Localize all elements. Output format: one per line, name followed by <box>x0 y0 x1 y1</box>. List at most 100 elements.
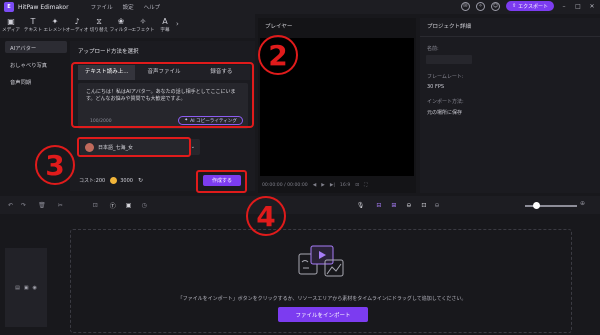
menu-help[interactable]: ヘルプ <box>144 3 161 11</box>
project-name-field[interactable] <box>426 55 472 64</box>
fps-label: フレームレート: <box>427 74 464 80</box>
snap-icon[interactable]: ⊟ <box>376 202 381 209</box>
media-toolbar: ▣ メディア T テキスト ✦ エレメント ♪ オーディオ ⧖ 切り替え ❀ フィルター ✧… <box>0 14 255 38</box>
menu-settings[interactable]: 設定 <box>123 3 134 11</box>
crop-icon[interactable]: ⊡ <box>93 202 98 209</box>
tool-label: エフェクト <box>131 28 155 33</box>
tool-text[interactable]: T テキスト <box>22 14 44 38</box>
lock-icon[interactable]: ▣ <box>24 285 29 291</box>
sidebar-item-talking-photo[interactable]: おしゃべり写真 <box>5 58 67 70</box>
next-frame-icon[interactable]: ▶| <box>330 183 335 188</box>
preview-icon[interactable]: ⊖ <box>406 202 411 209</box>
tool-effect[interactable]: ✧ エフェクト <box>131 14 155 38</box>
media-icon: ▣ <box>7 17 15 26</box>
annotation-number: 4 <box>246 196 286 236</box>
drop-zone[interactable]: 「ファイルをインポート」ボタンをクリックするか、リソースエリアから素材をタイムラ… <box>70 229 572 333</box>
account-icon[interactable]: ☺ <box>490 1 500 11</box>
import-method-value: 元の場所に保存 <box>427 110 463 116</box>
panel-title: アップロード方法を選択 <box>78 49 139 55</box>
player-title: プレイヤー <box>265 24 293 30</box>
app-logo: E <box>4 2 14 12</box>
tool-label: 切り替え <box>89 28 109 33</box>
media-import-icon <box>298 245 344 277</box>
effect-icon: ✧ <box>139 17 147 26</box>
fps-value: 30 FPS <box>427 84 445 90</box>
prev-frame-icon[interactable]: ◀ <box>313 183 317 188</box>
project-title: プロジェクト詳細 <box>427 24 472 30</box>
tool-label: エレメント <box>43 28 67 33</box>
aspect-ratio[interactable]: 16:9 <box>340 183 350 188</box>
redo-icon[interactable]: ↷ <box>21 202 26 209</box>
export-label: エクスポート <box>518 3 548 10</box>
app-title: HitPaw Edimakor <box>18 3 69 11</box>
coin-balance: 3000 <box>120 177 133 184</box>
close-icon[interactable]: ✕ <box>588 3 596 10</box>
sidebar-item-lip-sync[interactable]: 音声同期 <box>5 75 67 87</box>
tool-label: オーディオ <box>65 28 89 33</box>
split-icon[interactable]: ✂ <box>58 202 63 209</box>
chevron-right-icon[interactable]: › <box>176 14 184 38</box>
zoom-in-icon[interactable]: ⊕ <box>580 200 585 207</box>
import-files-button[interactable]: ファイルをインポート <box>278 307 368 322</box>
refresh-icon[interactable]: ↻ <box>138 177 143 184</box>
project-details-panel: プロジェクト詳細 名前: フレームレート: 30 FPS インポート方法: 元の… <box>420 18 600 193</box>
tool-label: テキスト <box>23 28 43 33</box>
minimize-icon[interactable]: – <box>560 3 568 10</box>
subtitle-icon: A <box>162 17 168 26</box>
tool-label: フィルター <box>109 28 133 33</box>
player-controls: 00:00:00 / 00:00:00 ◀ ▶ ▶| 16:9 ⊡ ⛶ <box>258 178 416 192</box>
tool-filter[interactable]: ❀ フィルター <box>109 14 133 38</box>
tool-label: 字幕 <box>160 28 170 33</box>
export-icon: ⇪ <box>511 3 517 9</box>
crop-icon[interactable]: ⊡ <box>355 183 359 188</box>
gift-icon[interactable]: ✧ <box>475 1 485 11</box>
ai-sidebar: AIアバター おしゃべり写真 音声同期 <box>5 41 67 92</box>
export-button[interactable]: ⇪ エクスポート <box>505 1 554 11</box>
tool-element[interactable]: ✦ エレメント <box>43 14 67 38</box>
text-tool-icon[interactable]: Ⓣ <box>110 201 116 210</box>
visibility-icon[interactable]: ◉ <box>33 285 37 291</box>
subtitle-tool-icon[interactable]: ▣ <box>126 202 132 209</box>
tool-subtitle[interactable]: A 字幕 <box>154 14 176 38</box>
divider <box>420 36 600 37</box>
cost-label: コスト:200 <box>79 178 106 184</box>
undo-icon[interactable]: ↶ <box>8 202 13 209</box>
chevron-down-icon: ⌄ <box>190 144 195 150</box>
name-label: 名前: <box>427 46 439 52</box>
zoom-out-icon[interactable]: ⊖ <box>434 202 439 209</box>
filter-icon: ❀ <box>117 17 125 26</box>
tool-label: メディア <box>1 28 21 33</box>
annotation-number: 2 <box>258 35 298 75</box>
fullscreen-icon[interactable]: ⛶ <box>364 182 367 188</box>
mic-icon[interactable]: 🎙 <box>357 202 365 209</box>
menu-file[interactable]: ファイル <box>91 3 113 11</box>
annotation-box-text-input <box>71 62 254 128</box>
timeline-toolbar: ↶ ↷ 🗑 ✂ ⊡ Ⓣ ▣ ◷ 🎙 ⊟ ⊞ ⊖ ⊡ ⊖ ⊕ <box>0 196 600 214</box>
import-method-label: インポート方法: <box>427 99 464 105</box>
timeline-area: ▤ ▣ ◉ 「ファイルをインポート」ボタンをクリックするか、リソースエリアから素… <box>0 215 600 335</box>
track-header: ▤ ▣ ◉ <box>5 248 47 327</box>
title-bar: E HitPaw Edimakor ファイル 設定 ヘルプ ✉ ✧ ☺ ⇪ エクス… <box>0 0 600 14</box>
tool-audio[interactable]: ♪ オーディオ <box>65 14 89 38</box>
annotation-number: 3 <box>35 145 75 185</box>
zoom-knob[interactable] <box>533 202 540 209</box>
delete-icon[interactable]: 🗑 <box>38 202 46 209</box>
text-icon: T <box>30 17 36 26</box>
audio-icon: ♪ <box>74 17 80 26</box>
annotation-box-create <box>196 170 247 193</box>
speed-icon[interactable]: ◷ <box>141 202 146 209</box>
tool-transition[interactable]: ⧖ 切り替え <box>88 14 110 38</box>
track-icon[interactable]: ▤ <box>15 285 20 291</box>
fit-icon[interactable]: ⊡ <box>421 202 426 209</box>
sidebar-item-ai-avatar[interactable]: AIアバター <box>5 41 67 53</box>
play-icon[interactable]: ▶ <box>321 183 325 188</box>
link-icon[interactable]: ⊞ <box>391 202 396 209</box>
menu-bar: ファイル 設定 ヘルプ <box>91 3 161 11</box>
element-icon: ✦ <box>51 17 59 26</box>
drop-instructions: 「ファイルをインポート」ボタンをクリックするか、リソースエリアから素材をタイムラ… <box>177 296 467 302</box>
tool-media[interactable]: ▣ メディア <box>0 14 22 38</box>
message-icon[interactable]: ✉ <box>460 1 470 11</box>
timecode: 00:00:00 / 00:00:00 <box>262 182 308 188</box>
maximize-icon[interactable]: □ <box>574 3 582 10</box>
annotation-box-voice <box>77 137 191 157</box>
